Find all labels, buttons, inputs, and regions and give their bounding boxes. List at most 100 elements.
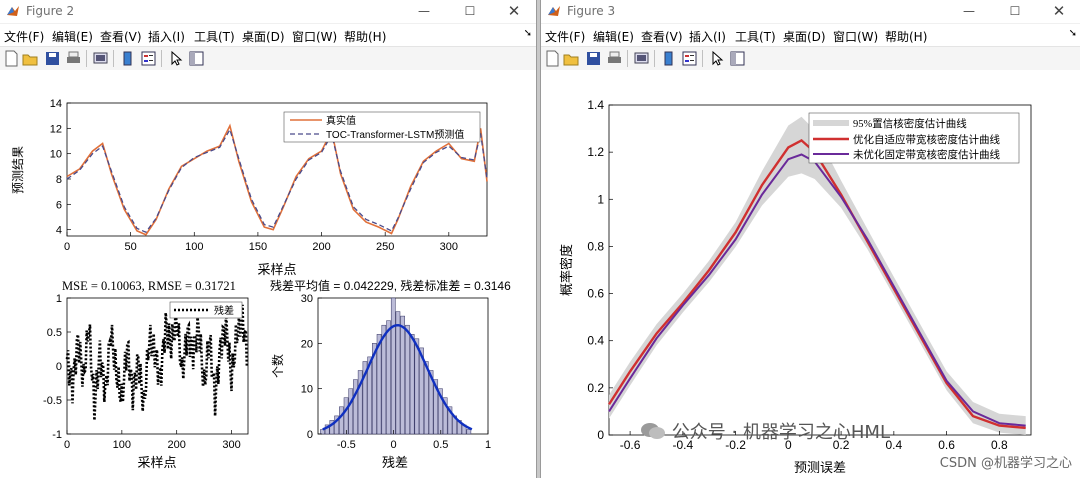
legend[interactable]: 真实值 TOC-Transformer-LSTM预测值 <box>283 111 481 143</box>
menu-help[interactable]: 帮助(H) <box>885 28 927 45</box>
y-axis-label: 个数 <box>270 354 285 378</box>
maximize-button[interactable]: ☐ <box>450 0 490 23</box>
new-figure-icon[interactable] <box>544 50 561 67</box>
menu-window[interactable]: 窗口(W) <box>292 28 337 45</box>
legend-icon[interactable] <box>140 50 157 67</box>
legend-icon[interactable] <box>681 50 698 67</box>
property-editor-icon[interactable] <box>188 50 205 67</box>
y-tick-label: 1 <box>597 192 604 206</box>
residual-title: MSE = 0.10063, RMSE = 0.31721 <box>62 279 236 293</box>
y-tick-label: 8 <box>56 174 62 186</box>
y-tick-label: 1.2 <box>587 145 604 159</box>
histogram-bar <box>423 361 429 435</box>
colorbar-icon[interactable] <box>660 50 677 67</box>
y-tick-label: 12 <box>50 123 62 135</box>
menu-window[interactable]: 窗口(W) <box>833 28 878 45</box>
histogram-bar <box>353 379 358 435</box>
figure-canvas: 0 50 100 150 200 250 300 4 6 8 10 12 14 预测结果 采样点 真实值… <box>0 70 536 478</box>
x-tick-label: 0.5 <box>433 439 448 451</box>
x-tick-label: 200 <box>168 439 186 451</box>
y-tick-label: 10 <box>50 149 62 161</box>
link-plot-icon[interactable] <box>633 50 650 67</box>
x-axis-label: 采样点 <box>137 455 176 470</box>
legend-residual: 残差 <box>214 304 234 317</box>
menu-edit[interactable]: 编辑(E) <box>52 28 93 45</box>
y-tick-label: 30 <box>301 293 313 305</box>
menu-help[interactable]: 帮助(H) <box>344 28 386 45</box>
x-tick-label: 0.6 <box>938 438 955 452</box>
x-tick-label: 0 <box>64 439 70 451</box>
matlab-icon <box>7 6 19 16</box>
x-tick-label: 0.8 <box>991 438 1008 452</box>
colorbar-icon[interactable] <box>119 50 136 67</box>
legend-band: 95%置信核密度估计曲线 <box>853 117 967 130</box>
y-tick-label: 4 <box>56 225 62 237</box>
y-tick-label: 0 <box>307 429 313 441</box>
histogram-bar <box>390 297 396 435</box>
histogram-bar <box>395 311 401 435</box>
menu-desktop[interactable]: 桌面(D) <box>242 28 285 45</box>
print-icon[interactable] <box>65 50 82 67</box>
menu-insert[interactable]: 插入(I) <box>148 28 185 45</box>
y-tick-label: 6 <box>56 199 62 211</box>
menu-desktop[interactable]: 桌面(D) <box>783 28 826 45</box>
maximize-button[interactable]: ☐ <box>995 0 1035 23</box>
kde-plot: -0.6 -0.4 -0.2 0 0.2 0.4 0.6 0.800.20.40.60.811… <box>559 98 1032 475</box>
x-tick-label: -0.6 <box>620 438 641 452</box>
histogram-plot: 残差平均值 = 0.042229, 残差标准差 = 0.3146 -0.5 0 0.… <box>270 278 511 470</box>
dock-arrow-icon[interactable]: ➘ <box>1069 28 1077 39</box>
menu-tools[interactable]: 工具(T) <box>194 28 235 45</box>
residual-plot: MSE = 0.10063, RMSE = 0.31721 0 100 200 300… <box>43 279 249 470</box>
histogram-bar <box>409 334 415 435</box>
pointer-icon[interactable] <box>708 50 725 67</box>
open-file-icon[interactable] <box>22 50 39 67</box>
y-tick-label: -0.5 <box>43 395 62 407</box>
y-axis-label: 概率密度 <box>559 244 574 296</box>
minimize-button[interactable]: — <box>949 0 989 23</box>
x-tick-label: 100 <box>113 439 131 451</box>
menu-tools[interactable]: 工具(T) <box>735 28 776 45</box>
link-plot-icon[interactable] <box>92 50 109 67</box>
minimize-button[interactable]: — <box>404 0 444 23</box>
pointer-icon[interactable] <box>167 50 184 67</box>
menu-edit[interactable]: 编辑(E) <box>593 28 634 45</box>
save-icon[interactable] <box>44 50 61 67</box>
prediction-plot: 0 50 100 150 200 250 300468101214 预测结果 采样点 真实值… <box>11 98 488 277</box>
menu-bar: 文件(F) 编辑(E) 查看(V) 插入(I) 工具(T) 桌面(D) 窗口(W… <box>541 24 1080 46</box>
x-tick-label: 200 <box>312 241 330 253</box>
window-title: Figure 2 <box>26 4 75 18</box>
menu-bar: 文件(F) 编辑(E) 查看(V) 插入(I) 工具(T) 桌面(D) 窗口(W… <box>0 24 536 46</box>
histogram-bar <box>466 429 472 435</box>
x-axis-label: 残差 <box>382 455 408 470</box>
menu-insert[interactable]: 插入(I) <box>689 28 726 45</box>
close-button[interactable]: ✕ <box>494 0 534 23</box>
print-icon[interactable] <box>606 50 623 67</box>
menu-file[interactable]: 文件(F) <box>545 28 585 45</box>
menu-view[interactable]: 查看(V) <box>100 28 142 45</box>
y-tick-label: 0.4 <box>587 334 604 348</box>
x-axis-label: 预测误差 <box>794 460 846 475</box>
toolbar <box>0 46 536 72</box>
new-figure-icon[interactable] <box>3 50 20 67</box>
x-tick-label: 300 <box>440 241 458 253</box>
legend-optimized: 优化自适应带宽核密度估计曲线 <box>853 133 1000 146</box>
y-tick-label: 0 <box>597 428 604 442</box>
menu-view[interactable]: 查看(V) <box>641 28 683 45</box>
close-button[interactable]: ✕ <box>1039 0 1079 23</box>
watermark-text: 公众号 · 机器学习之心HML <box>671 422 890 443</box>
legend[interactable]: 残差 <box>169 301 243 319</box>
save-icon[interactable] <box>585 50 602 67</box>
window-title: Figure 3 <box>567 4 616 18</box>
open-file-icon[interactable] <box>563 50 580 67</box>
y-tick-label: 10 <box>301 384 313 396</box>
property-editor-icon[interactable] <box>729 50 746 67</box>
dock-arrow-icon[interactable]: ➘ <box>524 28 532 39</box>
menu-file[interactable]: 文件(F) <box>4 28 44 45</box>
legend[interactable]: 95%置信核密度估计曲线 优化自适应带宽核密度估计曲线 未优化固定带宽核密度估计… <box>808 112 1020 164</box>
histogram-bar <box>414 338 420 435</box>
histogram-bar <box>339 406 344 435</box>
x-tick-label: 1 <box>485 439 491 451</box>
y-tick-label: 1 <box>56 293 62 305</box>
toolbar <box>541 46 1080 72</box>
y-tick-label: 0 <box>56 361 62 373</box>
